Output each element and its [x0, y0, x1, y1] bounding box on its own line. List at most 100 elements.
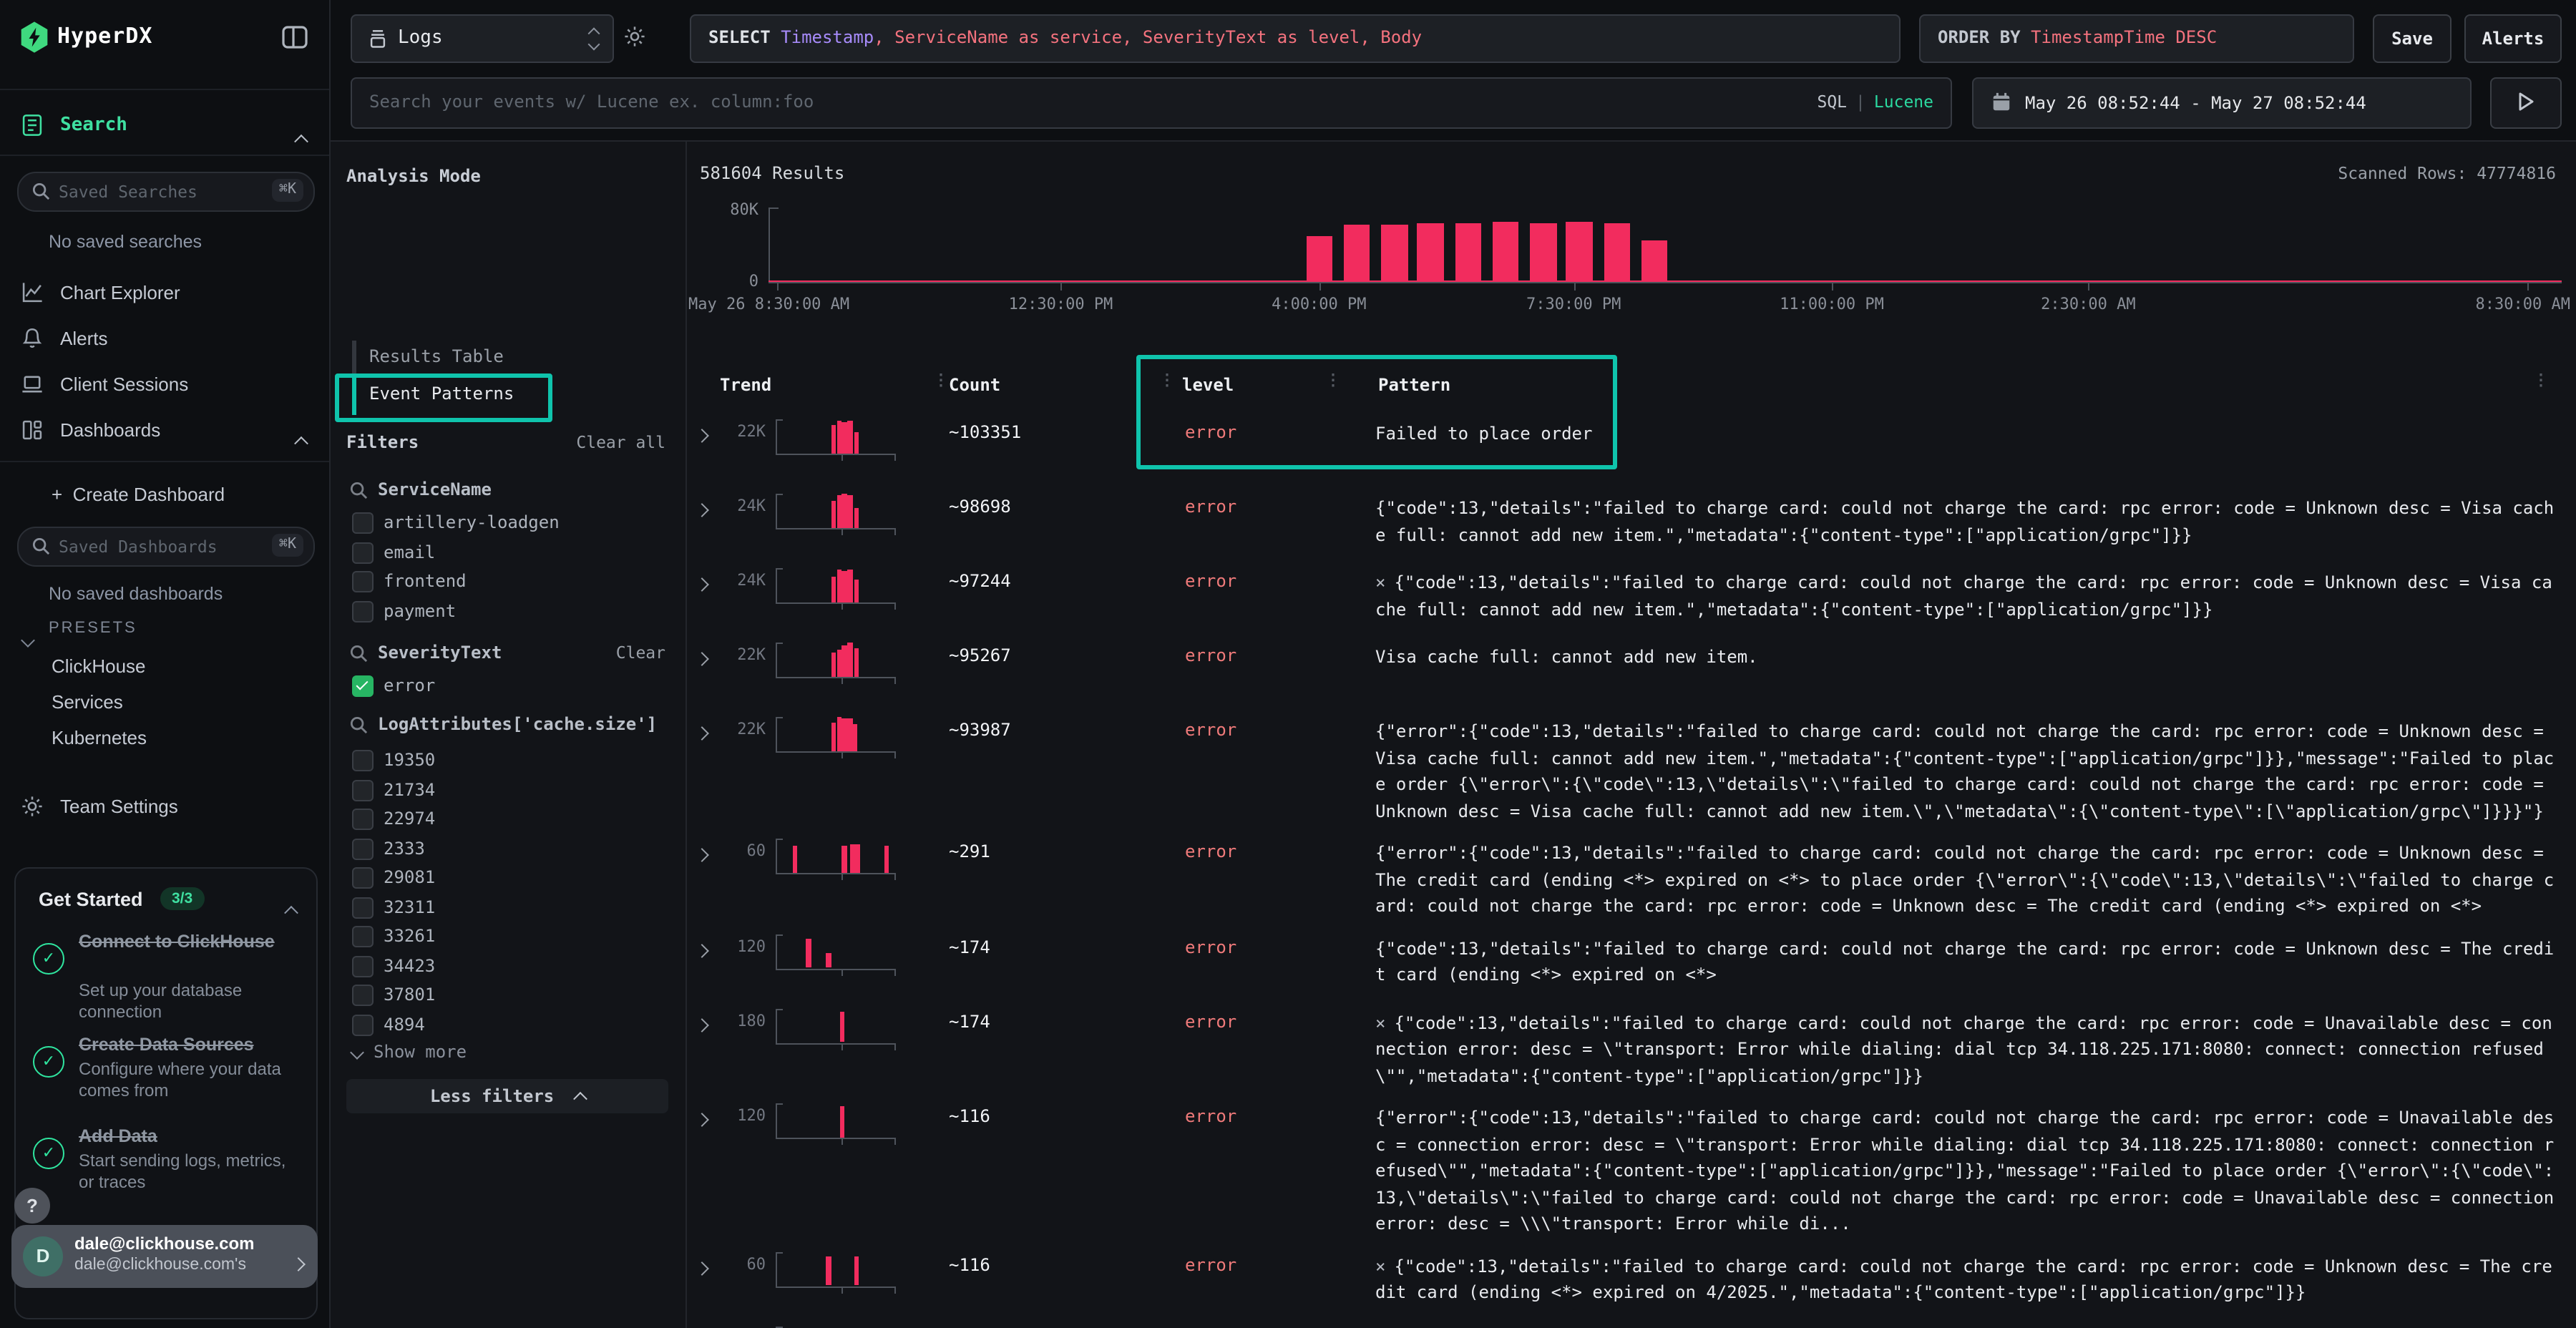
checkbox[interactable]	[352, 750, 374, 771]
get-started-item[interactable]: ✓ Connect to ClickHouse Set up your data…	[16, 932, 316, 1023]
saved-searches-input[interactable]: Saved Searches ⌘K	[17, 172, 315, 212]
column-drag-handle-icon[interactable]: ⋮	[933, 374, 949, 388]
clear-severity-filter-button[interactable]: Clear	[616, 643, 665, 663]
column-drag-handle-icon[interactable]: ⋮	[1325, 374, 1341, 388]
pattern-row: 24K~98698error{"code":13,"details":"fail…	[686, 491, 2576, 554]
logs-source-icon	[366, 27, 389, 50]
filter-option-frontend[interactable]: frontend	[352, 568, 667, 597]
filter-option-22974[interactable]: 22974	[352, 806, 667, 834]
source-selector[interactable]: Logs	[351, 14, 614, 63]
select-clause-input[interactable]: SELECT Timestamp, ServiceName as service…	[690, 14, 1901, 63]
spark-ymax-label: 22K	[706, 645, 766, 664]
date-range-picker[interactable]: May 26 08:52:44 - May 27 08:52:44	[1972, 77, 2472, 129]
get-started-item[interactable]: ✓ Create Data Sources Configure where yo…	[16, 1035, 316, 1120]
filter-option-21734[interactable]: 21734	[352, 776, 667, 805]
x-axis-tick-label: May 26 8:30:00 AM	[688, 295, 849, 313]
chevron-up-icon[interactable]	[296, 123, 306, 150]
filter-option-2333[interactable]: 2333	[352, 835, 667, 864]
preset-clickhouse[interactable]: ClickHouse	[52, 655, 146, 677]
filter-option-37801[interactable]: 37801	[352, 982, 667, 1010]
filter-option-19350[interactable]: 19350	[352, 747, 667, 776]
filter-option-4894[interactable]: 4894	[352, 1011, 667, 1040]
get-started-item[interactable]: ✓ Add Data Start sending logs, metrics, …	[16, 1126, 316, 1212]
mode-event-patterns[interactable]: Event Patterns	[369, 384, 627, 415]
language-toggle-lucene[interactable]: Lucene	[1874, 92, 1933, 112]
save-button[interactable]: Save	[2373, 14, 2451, 63]
search-icon[interactable]	[349, 481, 368, 499]
filter-option-email[interactable]: email	[352, 539, 667, 567]
column-drag-handle-icon[interactable]: ⋮	[1159, 374, 1175, 388]
checkbox[interactable]	[352, 779, 374, 801]
checkbox[interactable]	[352, 571, 374, 592]
results-area: 581604 Results Scanned Rows: 47774816 80…	[686, 140, 2576, 1328]
filter-option-label: error	[384, 675, 435, 695]
search-icon[interactable]	[349, 716, 368, 734]
filters-panel: Analysis Mode Results Table Event Patter…	[329, 140, 687, 1328]
spark-ymax-label: 120	[706, 1106, 766, 1125]
source-settings-gear-icon[interactable]	[623, 24, 647, 49]
checkbox[interactable]	[352, 985, 374, 1006]
filter-option-29081[interactable]: 29081	[352, 864, 667, 893]
results-histogram[interactable]: 80K 0 May 26 8:30:00 AM12:30:00 PM4:00:0…	[686, 197, 2576, 369]
trend-sparkline	[776, 931, 896, 974]
checkbox[interactable]	[352, 512, 374, 534]
sparkline-bar	[848, 420, 853, 454]
filter-option-32311[interactable]: 32311	[352, 894, 667, 922]
checkbox[interactable]	[352, 1014, 374, 1035]
user-subtext: dale@clickhouse.com's	[74, 1256, 292, 1274]
user-menu[interactable]: D dale@clickhouse.com dale@clickhouse.co…	[11, 1225, 318, 1288]
saved-dashboards-placeholder: Saved Dashboards	[59, 537, 218, 557]
sidebar-item-team-settings[interactable]: Team Settings	[0, 790, 329, 827]
clear-all-filters-button[interactable]: Clear all	[576, 432, 665, 452]
checkbox[interactable]	[352, 809, 374, 830]
mode-results-table[interactable]: Results Table	[369, 346, 627, 378]
less-filters-button[interactable]: Less filters	[346, 1079, 668, 1113]
chevron-up-icon[interactable]	[296, 428, 306, 454]
filter-option-payment[interactable]: payment	[352, 597, 667, 626]
filter-option-error[interactable]: error	[352, 673, 667, 701]
sidebar-item-client-sessions[interactable]: Client Sessions	[0, 368, 329, 405]
alerts-button[interactable]: Alerts	[2464, 14, 2562, 63]
pattern-flag-icon: ×	[1375, 1256, 1394, 1276]
checkbox[interactable]	[352, 926, 374, 947]
order-by-input[interactable]: ORDER BY TimestampTime DESC	[1919, 14, 2354, 63]
checkbox[interactable]	[352, 838, 374, 859]
help-button[interactable]: ?	[14, 1188, 50, 1224]
search-icon[interactable]	[349, 644, 368, 663]
plus-icon: +	[52, 484, 62, 505]
filter-option-33261[interactable]: 33261	[352, 923, 667, 952]
filter-option-artillery-loadgen[interactable]: artillery-loadgen	[352, 509, 667, 538]
preset-kubernetes[interactable]: Kubernetes	[52, 727, 147, 748]
sidebar-collapse-icon[interactable]	[280, 23, 309, 52]
sparkline-bar	[831, 501, 836, 528]
pattern-text: Visa cache full: cannot add new item.	[1375, 640, 2556, 670]
histogram-plot	[769, 208, 2563, 282]
event-search-input[interactable]: Search your events w/ Lucene ex. column:…	[351, 77, 1952, 129]
checkbox[interactable]	[352, 955, 374, 977]
sidebar-item-alerts[interactable]: Alerts	[0, 322, 329, 359]
filter-option-34423[interactable]: 34423	[352, 952, 667, 981]
checkbox[interactable]	[352, 542, 374, 563]
run-query-button[interactable]	[2490, 77, 2562, 129]
language-toggle-separator: |	[1847, 92, 1874, 112]
checkbox[interactable]	[352, 600, 374, 622]
checkbox[interactable]	[352, 897, 374, 918]
column-drag-handle-icon[interactable]: ⋮	[2533, 374, 2549, 388]
filter-option-label: 33261	[384, 926, 435, 946]
sidebar-item-search[interactable]: Search	[0, 109, 329, 146]
column-header-count: Count	[949, 375, 1000, 395]
sidebar-item-dashboards[interactable]: Dashboards	[0, 414, 329, 451]
checkbox-checked[interactable]	[352, 675, 374, 697]
preset-services[interactable]: Services	[52, 691, 123, 713]
saved-dashboards-input[interactable]: Saved Dashboards ⌘K	[17, 527, 315, 567]
gear-icon	[20, 794, 46, 820]
checkbox[interactable]	[352, 867, 374, 889]
show-more-button[interactable]: Show more	[352, 1042, 467, 1062]
create-dashboard-button[interactable]: + Create Dashboard	[0, 478, 329, 515]
spark-ymax-label: 60	[706, 1254, 766, 1273]
sidebar-item-chart-explorer[interactable]: Chart Explorer	[0, 276, 329, 313]
language-toggle-sql[interactable]: SQL	[1817, 92, 1847, 112]
chevron-up-icon[interactable]	[286, 897, 296, 923]
sparkline-bar	[841, 423, 847, 454]
filter-option-label: 21734	[384, 779, 435, 799]
